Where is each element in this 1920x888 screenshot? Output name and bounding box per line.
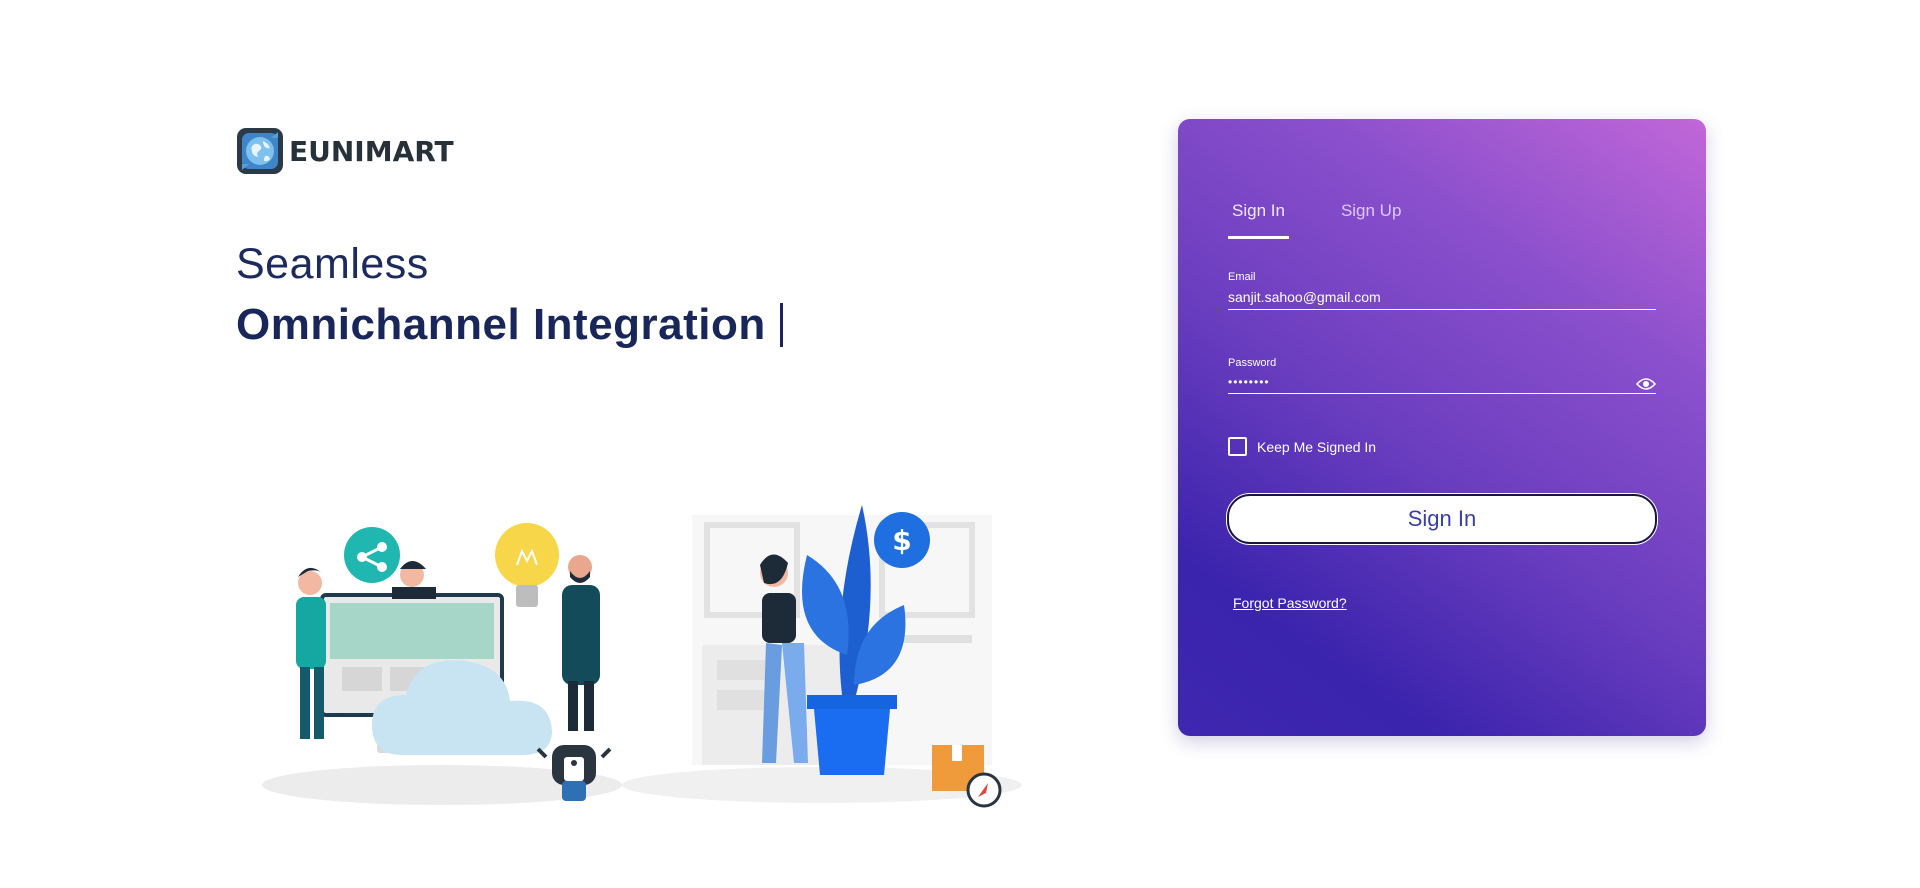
email-field-group: Email: [1228, 271, 1656, 310]
auth-tabs: Sign In Sign Up: [1228, 201, 1405, 239]
keep-signed-in-label: Keep Me Signed In: [1257, 438, 1377, 455]
email-label: Email: [1228, 271, 1256, 283]
sign-in-button[interactable]: Sign In: [1226, 493, 1658, 545]
login-card: Sign In Sign Up Email Password Keep Me S…: [1178, 119, 1706, 736]
password-field[interactable]: [1228, 373, 1656, 394]
tab-sign-in[interactable]: Sign In: [1228, 201, 1289, 239]
keep-signed-in: Keep Me Signed In: [1228, 437, 1376, 456]
forgot-password-link[interactable]: Forgot Password?: [1233, 595, 1347, 611]
tab-sign-up[interactable]: Sign Up: [1337, 201, 1405, 239]
globe-icon: [237, 128, 283, 174]
headline-line2-text: Omnichannel Integration: [236, 300, 766, 349]
team-collaboration-illustration: $: [262, 505, 1022, 808]
brand-logo: EUNIMART: [235, 126, 454, 176]
typing-caret: [779, 303, 783, 347]
password-field-group: Password: [1228, 357, 1656, 394]
eye-icon[interactable]: [1636, 377, 1656, 391]
headline-line1: Seamless: [236, 240, 429, 288]
email-field[interactable]: [1228, 287, 1656, 310]
headline-line2: Omnichannel Integration: [236, 300, 783, 350]
password-label: Password: [1228, 357, 1277, 369]
keep-signed-in-checkbox[interactable]: [1228, 437, 1247, 456]
svg-text:$: $: [892, 524, 911, 557]
brand-name: EUNIMART: [289, 134, 454, 168]
